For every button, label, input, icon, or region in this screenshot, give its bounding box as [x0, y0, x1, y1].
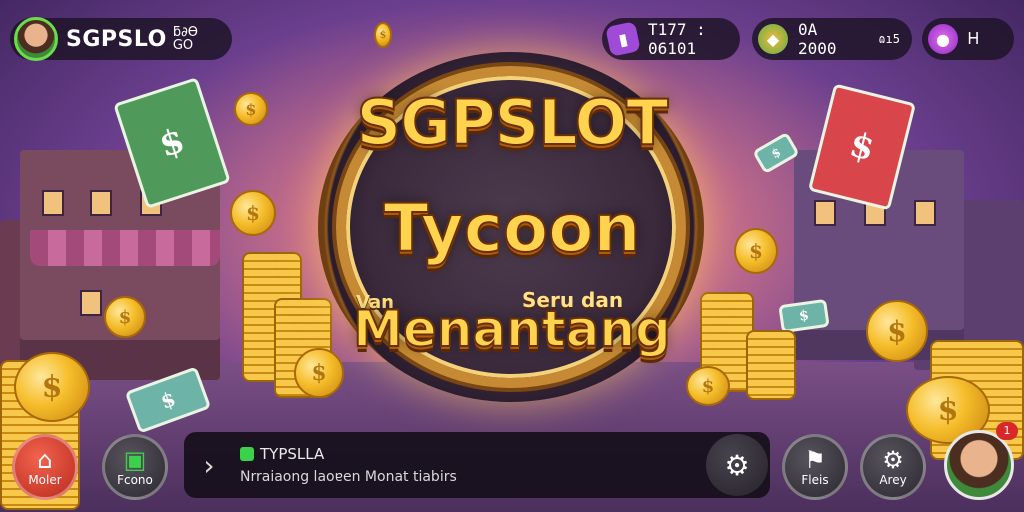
chat-bubble-icon: ▣	[123, 446, 147, 474]
resource-gems-value: 0A 2000	[798, 20, 837, 58]
resource-monster-value: Ꮋ	[968, 29, 979, 48]
feed-button[interactable]: ▣ Fcono	[102, 434, 168, 500]
monster-icon: ●	[928, 24, 958, 54]
chat-body: TYPSLLA Nrraiaong laoɐen Monat tiabirs	[234, 445, 706, 485]
chat-panel[interactable]: › TYPSLLA Nrraiaong laoɐen Monat tiabirs…	[184, 432, 770, 498]
gear-icon[interactable]: ⚙	[706, 434, 768, 496]
resource-cards-value: T177 : 06101	[648, 20, 706, 58]
resource-cards[interactable]: ▮ T177 : 06101	[602, 18, 740, 60]
settings-label: Arey	[879, 473, 907, 487]
chat-title: TYPSLLA	[240, 445, 706, 463]
home-label: Moler	[28, 473, 62, 487]
resource-monster[interactable]: ● Ꮋ	[922, 18, 1014, 60]
flag-button[interactable]: ⚑ Fleis	[782, 434, 848, 500]
home-button[interactable]: ⌂ Moler	[12, 434, 78, 500]
game-title: SGPSLOT	[356, 85, 670, 160]
resource-gems[interactable]: ◆ 0A 2000 ɷı5	[752, 18, 912, 60]
profile-name: SGPSLO	[66, 26, 167, 52]
flag-icon: ⚑	[804, 446, 826, 474]
chevron-right-icon[interactable]: ›	[184, 449, 234, 482]
feed-label: Fcono	[117, 473, 153, 487]
chat-message: Nrraiaong laoɐen Monat tiabirs	[240, 469, 457, 485]
chat-title-text: TYPSLLA	[260, 445, 325, 463]
tagline-main: Menantang	[352, 299, 672, 359]
flag-label: Fleis	[801, 473, 829, 487]
resource-gems-suffix: ɷı5	[878, 32, 900, 46]
coin-icon: $	[374, 22, 392, 48]
settings-button[interactable]: ⚙ Arey	[860, 434, 926, 500]
notification-badge: 1	[996, 422, 1018, 440]
profile-level: ƃ∂Ɵ GO	[172, 25, 199, 53]
chat-status-icon	[240, 447, 254, 461]
gem-icon: ◆	[758, 24, 788, 54]
coin-icon: $	[14, 352, 90, 422]
player-avatar-button[interactable]	[944, 430, 1014, 500]
avatar[interactable]	[14, 17, 58, 61]
profile-panel[interactable]: SGPSLO ƃ∂Ɵ GO	[10, 17, 232, 61]
settings-gear-icon: ⚙	[882, 446, 904, 474]
game-subtitle: Tycoon	[382, 189, 641, 268]
home-icon: ⌂	[37, 446, 53, 474]
coin-icon: $	[686, 366, 730, 406]
card-icon: ▮	[605, 21, 641, 57]
